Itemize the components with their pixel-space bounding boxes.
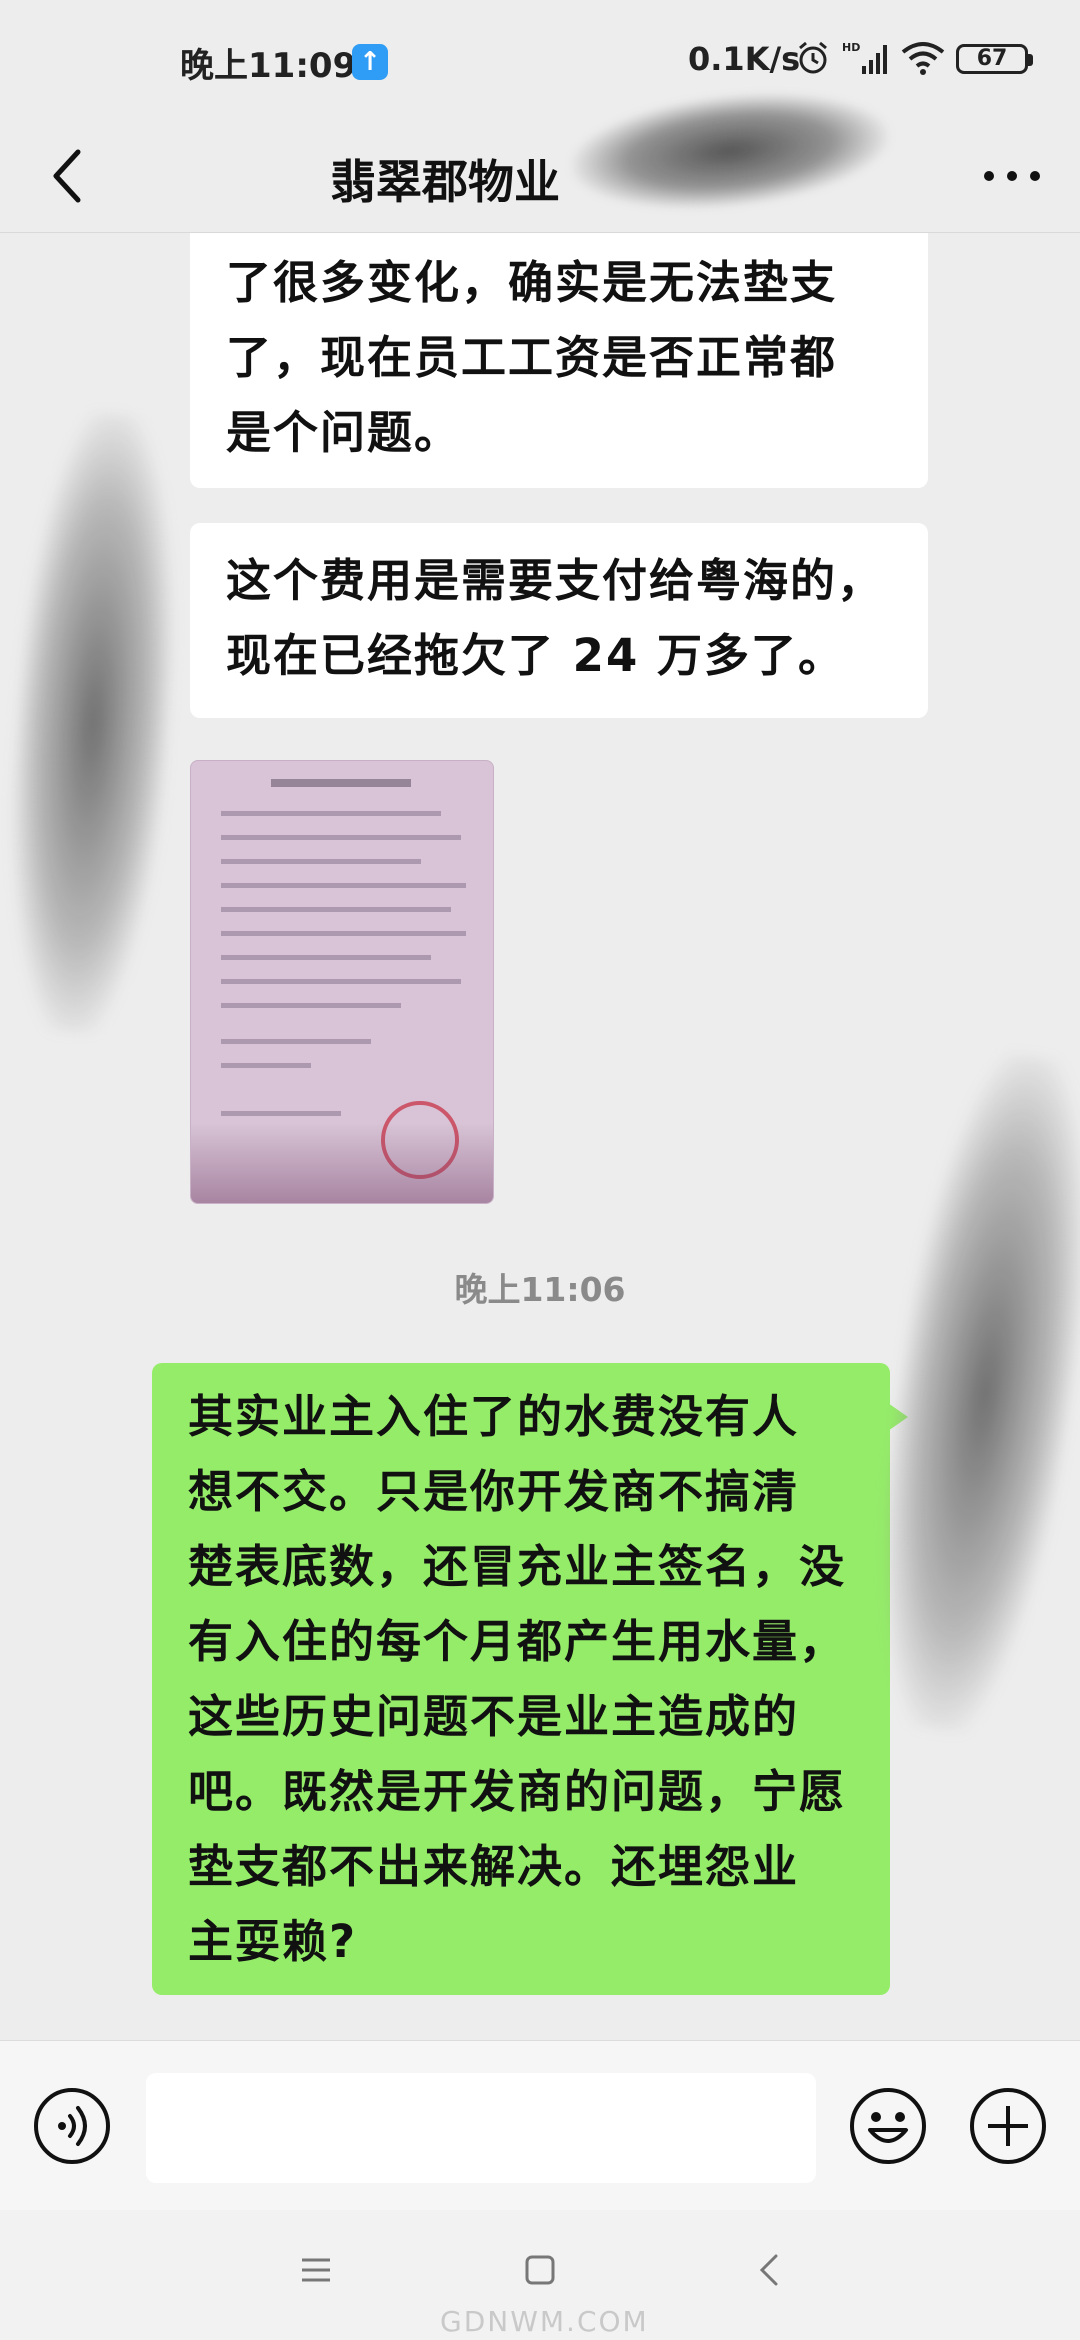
message-line: 是个问题。 xyxy=(226,406,462,459)
document-text-line xyxy=(221,1003,401,1008)
redaction-scribble xyxy=(0,408,190,1038)
watermark: GDNWM.COM xyxy=(440,2305,649,2338)
status-time: 晚上11:09 xyxy=(180,46,357,86)
back-nav-icon[interactable] xyxy=(750,2250,790,2290)
document-text-line xyxy=(221,1111,341,1116)
message-line: 主耍赖? xyxy=(188,1915,358,1968)
message-line: 垫支都不出来解决。还埋怨业 xyxy=(188,1840,800,1893)
message-bubble-incoming[interactable]: 了很多变化，确实是无法垫支 了，现在员工工资是否正常都 是个问题。 xyxy=(190,233,928,488)
signal-hd-label: HD xyxy=(842,41,860,54)
document-text-line xyxy=(221,1063,311,1068)
document-text-line xyxy=(221,883,466,888)
document-text-line xyxy=(221,931,466,936)
document-text-line xyxy=(221,979,461,984)
more-button[interactable] xyxy=(972,140,1052,212)
message-line: 有入住的每个月都产生用水量， xyxy=(188,1615,847,1668)
message-line: 其实业主入住了的水费没有人 xyxy=(188,1390,800,1443)
menu-icon[interactable] xyxy=(296,2250,336,2290)
document-text-line xyxy=(221,907,451,912)
document-heading-mark xyxy=(271,779,411,787)
document-photo-message[interactable] xyxy=(190,760,494,1204)
message-bubble-outgoing[interactable]: 其实业主入住了的水费没有人 想不交。只是你开发商不搞清 楚表底数，还冒充业主签名… xyxy=(152,1363,908,1995)
message-input[interactable] xyxy=(146,2073,816,2183)
message-line: 了很多变化，确实是无法垫支 xyxy=(226,256,838,309)
alarm-icon xyxy=(799,41,827,74)
document-text-line xyxy=(221,955,431,960)
message-bubble-incoming[interactable]: 这个费用是需要支付给粤海的， 现在已经拖欠了 24 万多了。 xyxy=(190,523,928,718)
system-nav-bar: GDNWM.COM xyxy=(0,2210,1080,2340)
status-bar: 晚上11:09 ↑ 0.1K/s HD 67 xyxy=(0,0,1080,120)
chevron-left-icon xyxy=(53,149,81,203)
document-text-line xyxy=(221,859,421,864)
chat-header: 翡翠郡物业 xyxy=(0,79,1080,233)
photo-shadow xyxy=(191,1123,493,1203)
message-line: 楚表底数，还冒充业主签名，没 xyxy=(188,1540,847,1593)
battery-icon: 67 xyxy=(956,44,1033,74)
message-line: 了，现在员工工资是否正常都 xyxy=(226,331,838,384)
chat-area[interactable]: 了很多变化，确实是无法垫支 了，现在员工工资是否正常都 是个问题。 这个费用是需… xyxy=(0,233,1080,2040)
wifi-icon xyxy=(901,42,945,75)
plus-icon[interactable] xyxy=(968,2086,1048,2166)
message-line: 这个费用是需要支付给粤海的， xyxy=(226,554,885,607)
back-button[interactable] xyxy=(30,138,106,214)
message-line: 这些历史问题不是业主造成的 xyxy=(188,1690,800,1743)
message-line: 吧。既然是开发商的问题，宁愿 xyxy=(188,1765,847,1818)
document-text-line xyxy=(221,835,461,840)
document-text-line xyxy=(221,811,441,816)
page-title: 翡翠郡物业 xyxy=(330,155,560,209)
home-icon[interactable] xyxy=(520,2250,560,2290)
document-text-line xyxy=(221,1039,371,1044)
signal-icon: HD xyxy=(842,41,887,74)
voice-icon[interactable] xyxy=(32,2086,112,2166)
upload-icon: ↑ xyxy=(352,44,388,80)
message-line: 想不交。只是你开发商不搞清 xyxy=(188,1465,800,1518)
emoji-icon[interactable] xyxy=(848,2086,928,2166)
input-bar xyxy=(0,2040,1080,2211)
message-line: 现在已经拖欠了 24 万多了。 xyxy=(226,629,845,682)
more-dots-icon xyxy=(984,171,1040,181)
net-speed: 0.1K/s xyxy=(688,40,801,78)
